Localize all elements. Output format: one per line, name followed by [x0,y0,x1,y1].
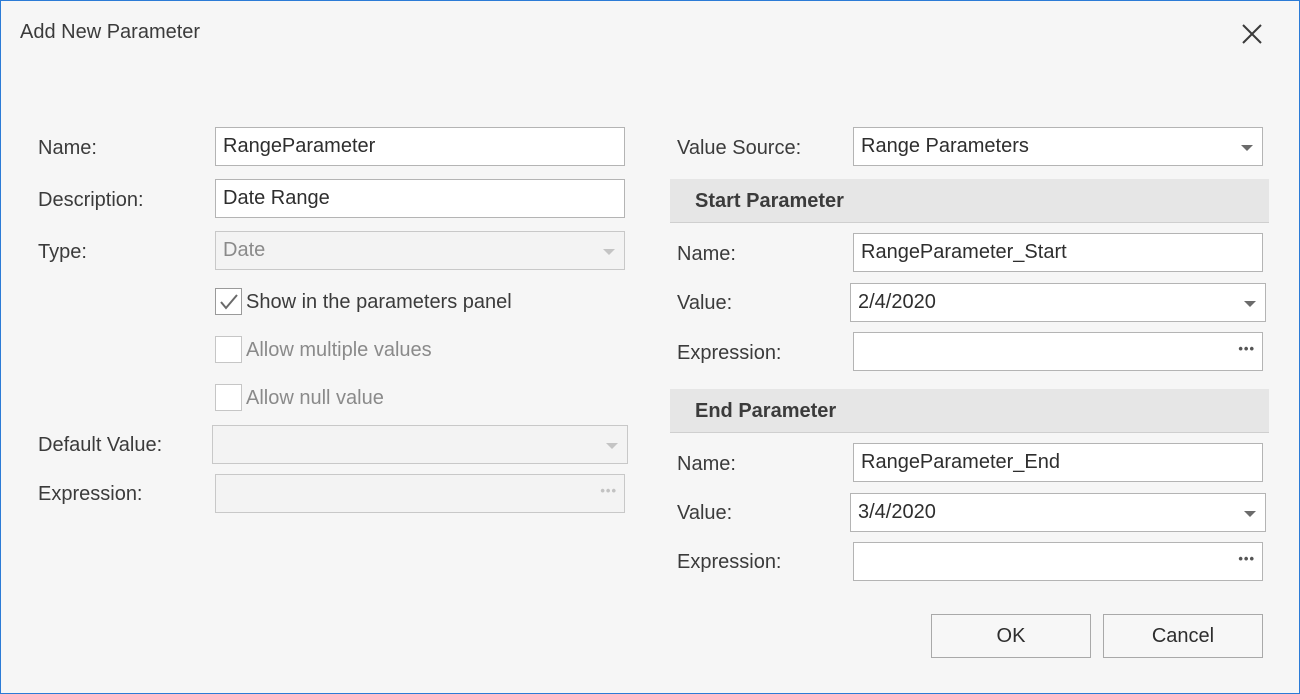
type-select-value: Date [223,239,266,261]
description-label: Description: [38,189,144,211]
default-value-label: Default Value: [38,434,163,456]
end-parameter-heading: End Parameter [695,400,837,422]
ellipsis-icon[interactable]: ••• [600,483,617,498]
start-parameter-section-header: Start Parameter [670,179,1269,223]
default-value-select[interactable] [212,425,628,464]
start-name-label: Name: [677,243,736,265]
ellipsis-icon[interactable]: ••• [1238,551,1255,566]
type-label: Type: [38,241,87,263]
start-expression-label: Expression: [677,342,782,364]
chevron-down-icon [606,443,618,449]
ellipsis-icon[interactable]: ••• [1238,341,1255,356]
start-value-date-picker-value: 2/4/2020 [858,291,936,313]
start-value-date-picker[interactable]: 2/4/2020 [850,283,1266,322]
value-source-label: Value Source: [677,137,802,159]
allow-multiple-checkbox[interactable] [215,336,242,363]
chevron-down-icon [1244,301,1256,307]
start-parameter-heading: Start Parameter [695,190,844,212]
allow-null-checkbox[interactable] [215,384,242,411]
end-expression-input[interactable]: ••• [853,542,1263,581]
value-source-select-value: Range Parameters [861,135,1029,157]
chevron-down-icon [1244,511,1256,517]
dialog-title: Add New Parameter [20,21,201,43]
show-in-panel-label[interactable]: Show in the parameters panel [246,290,512,314]
close-icon[interactable] [1237,19,1267,49]
description-input-value: Date Range [223,187,330,209]
name-input[interactable]: RangeParameter [215,127,625,166]
end-value-date-picker-value: 3/4/2020 [858,501,936,523]
name-label: Name: [38,137,97,159]
checkmark-icon [220,294,238,310]
description-input[interactable]: Date Range [215,179,625,218]
add-parameter-dialog: Add New Parameter Name: RangeParameter D… [0,0,1300,694]
end-name-label: Name: [677,453,736,475]
chevron-down-icon [1241,145,1253,151]
allow-null-label: Allow null value [246,387,384,409]
start-value-label: Value: [677,292,733,314]
end-name-input-value: RangeParameter_End [861,451,1061,473]
start-expression-input[interactable]: ••• [853,332,1263,371]
start-name-input-value: RangeParameter_Start [861,241,1067,263]
ok-button[interactable]: OK [931,614,1091,658]
show-in-panel-checkbox[interactable] [215,288,242,315]
expression-label: Expression: [38,483,143,505]
end-value-label: Value: [677,502,733,524]
cancel-button[interactable]: Cancel [1103,614,1263,658]
value-source-select[interactable]: Range Parameters [853,127,1263,166]
end-expression-label: Expression: [677,551,782,573]
end-parameter-section-header: End Parameter [670,389,1269,433]
end-value-date-picker[interactable]: 3/4/2020 [850,493,1266,532]
allow-multiple-label: Allow multiple values [246,339,432,361]
chevron-down-icon [603,249,615,255]
name-input-value: RangeParameter [223,135,376,157]
type-select[interactable]: Date [215,231,625,270]
end-name-input[interactable]: RangeParameter_End [853,443,1263,482]
expression-input[interactable]: ••• [215,474,625,513]
start-name-input[interactable]: RangeParameter_Start [853,233,1263,272]
